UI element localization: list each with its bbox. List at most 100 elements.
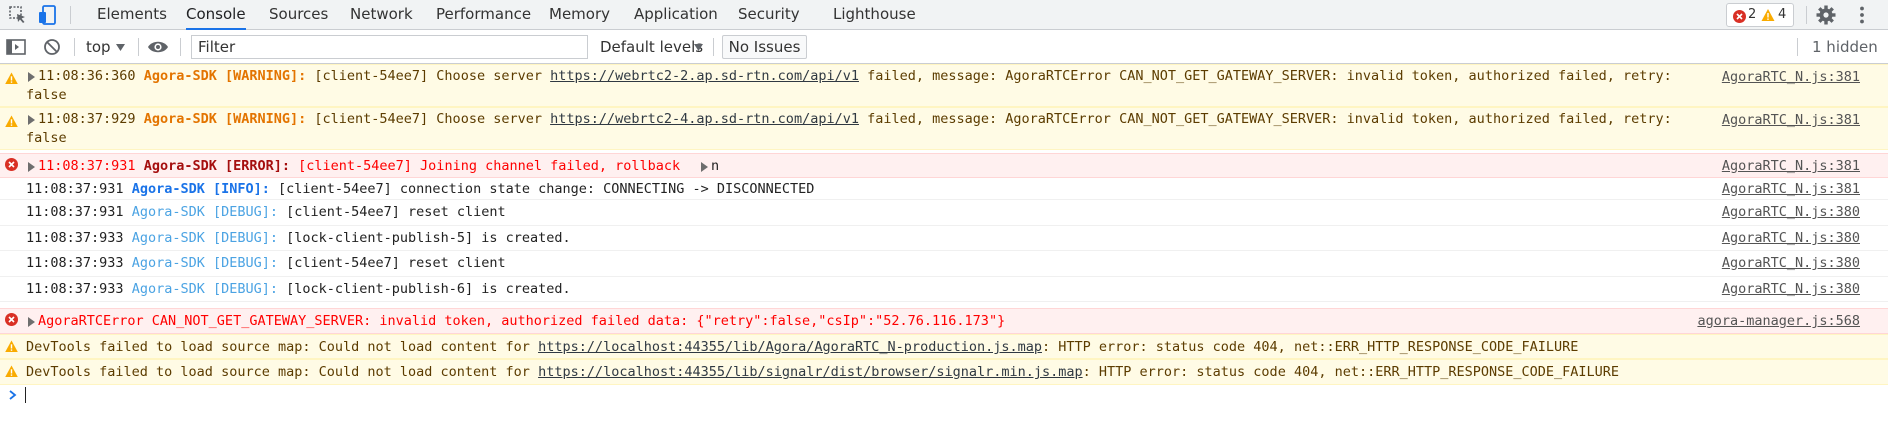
devtools-tab-bar: Elements Console Sources Network Perform… — [0, 0, 1888, 30]
tab-memory[interactable]: Memory — [549, 0, 610, 29]
console-input[interactable] — [25, 387, 26, 403]
expand-triangle-icon[interactable] — [28, 317, 35, 327]
toolbar-divider — [1797, 38, 1798, 56]
message-body: failed, message: AgoraRTCError CAN_NOT_G… — [867, 68, 1672, 84]
log-levels-dropdown[interactable]: Default levels — [600, 30, 703, 64]
tab-console[interactable]: Console — [186, 0, 246, 30]
tab-performance[interactable]: Performance — [436, 0, 531, 29]
error-count: 2 — [1748, 7, 1757, 22]
console-prompt-icon — [9, 390, 17, 400]
message-body: [client-54ee7] Joining channel failed, r… — [298, 158, 681, 174]
issue-counts-button[interactable]: 2 4 — [1726, 3, 1794, 27]
timestamp: 11:08:37:929 — [38, 111, 136, 127]
toolbar-divider — [1806, 6, 1807, 24]
console-messages: 11:08:36:360 Agora-SDK [WARNING]: [clien… — [0, 64, 1888, 425]
inspect-element-icon[interactable] — [6, 3, 30, 27]
message-text: 11:08:37:931 Agora-SDK [INFO]: [client-5… — [26, 181, 814, 197]
hidden-messages-count: 1 hidden — [1812, 38, 1878, 56]
settings-gear-icon[interactable] — [1814, 3, 1838, 27]
tab-sources[interactable]: Sources — [269, 0, 328, 29]
expand-triangle-icon[interactable] — [28, 115, 35, 125]
source-link[interactable]: AgoraRTC_N.js:380 — [1722, 204, 1860, 220]
tab-network[interactable]: Network — [350, 0, 413, 29]
toolbar-divider — [138, 38, 139, 56]
log-tag: Agora-SDK [WARNING]: — [143, 111, 307, 127]
toolbar-divider — [70, 6, 71, 24]
message-text-wrap: false — [26, 87, 67, 103]
object-preview[interactable]: n — [711, 158, 719, 174]
message-link[interactable]: https://localhost:44355/lib/signalr/dist… — [538, 364, 1083, 380]
console-message-warning[interactable]: DevTools failed to load source map: Coul… — [0, 334, 1888, 359]
error-icon — [5, 158, 18, 171]
console-message-warning[interactable]: DevTools failed to load source map: Coul… — [0, 359, 1888, 385]
expand-object-triangle-icon[interactable] — [701, 162, 708, 172]
source-link[interactable]: AgoraRTC_N.js:381 — [1722, 158, 1860, 174]
tab-elements[interactable]: Elements — [97, 0, 167, 29]
expand-triangle-icon[interactable] — [28, 72, 35, 82]
warning-icon — [5, 115, 18, 128]
console-message-debug[interactable]: 11:08:37:933 Agora-SDK [DEBUG]: [client-… — [0, 251, 1888, 277]
message-body: [client-54ee7] Choose server — [314, 68, 542, 84]
timestamp: 11:08:37:931 — [26, 181, 124, 197]
message-link[interactable]: https://webrtc2-4.ap.sd-rtn.com/api/v1 — [550, 111, 859, 127]
log-tag: Agora-SDK [DEBUG]: — [131, 281, 278, 297]
toolbar-divider — [713, 38, 714, 56]
device-toolbar-icon[interactable] — [37, 3, 61, 27]
message-text: 11:08:37:933 Agora-SDK [DEBUG]: [lock-cl… — [26, 281, 571, 297]
console-message-debug[interactable]: 11:08:37:933 Agora-SDK [DEBUG]: [lock-cl… — [0, 226, 1888, 251]
context-selector[interactable]: top — [86, 30, 111, 64]
timestamp: 11:08:37:931 — [26, 204, 124, 220]
issues-button[interactable]: No Issues — [722, 35, 807, 59]
warning-icon — [5, 72, 18, 85]
console-message-error[interactable]: AgoraRTCError CAN_NOT_GET_GATEWAY_SERVER… — [0, 308, 1888, 334]
console-message-error[interactable]: 11:08:37:931 Agora-SDK [ERROR]: [client-… — [0, 153, 1888, 178]
clear-console-icon[interactable] — [40, 35, 64, 59]
message-text: 11:08:37:933 Agora-SDK [DEBUG]: [client-… — [26, 255, 506, 271]
source-link[interactable]: AgoraRTC_N.js:381 — [1722, 69, 1860, 85]
error-count-icon — [1733, 9, 1746, 23]
warning-icon — [5, 340, 18, 353]
toolbar-divider — [180, 38, 181, 56]
console-message-warning[interactable]: 11:08:37:929 Agora-SDK [WARNING]: [clien… — [0, 107, 1888, 150]
message-text: 11:08:37:933 Agora-SDK [DEBUG]: [lock-cl… — [26, 230, 571, 246]
tab-lighthouse[interactable]: Lighthouse — [833, 0, 916, 29]
sidebar-toggle-icon[interactable] — [4, 35, 28, 59]
log-tag: Agora-SDK [DEBUG]: — [131, 255, 278, 271]
console-message-debug[interactable]: 11:08:37:933 Agora-SDK [DEBUG]: [lock-cl… — [0, 277, 1888, 302]
timestamp: 11:08:37:931 — [38, 158, 136, 174]
message-body: [client-54ee7] reset client — [286, 204, 506, 220]
message-text: 11:08:36:360 Agora-SDK [WARNING]: [clien… — [38, 68, 1672, 84]
message-body: [lock-client-publish-6] is created. — [286, 281, 571, 297]
message-text-wrap: false — [26, 130, 67, 146]
source-link[interactable]: AgoraRTC_N.js:380 — [1722, 255, 1860, 271]
message-text: AgoraRTCError CAN_NOT_GET_GATEWAY_SERVER… — [38, 313, 1006, 329]
message-text: 11:08:37:931 Agora-SDK [ERROR]: [client-… — [38, 158, 680, 174]
message-body: [lock-client-publish-5] is created. — [286, 230, 571, 246]
eye-icon[interactable] — [146, 35, 170, 59]
source-link[interactable]: agora-manager.js:568 — [1697, 313, 1860, 329]
message-link[interactable]: https://localhost:44355/lib/Agora/AgoraR… — [538, 339, 1042, 355]
expand-triangle-icon[interactable] — [28, 162, 35, 172]
chevron-down-icon[interactable] — [116, 44, 125, 51]
tab-security[interactable]: Security — [738, 0, 800, 29]
message-link[interactable]: https://webrtc2-2.ap.sd-rtn.com/api/v1 — [550, 68, 859, 84]
warning-count: 4 — [1778, 7, 1787, 22]
toolbar-divider — [74, 38, 75, 56]
message-text: DevTools failed to load source map: Coul… — [26, 339, 1578, 355]
source-link[interactable]: AgoraRTC_N.js:380 — [1722, 281, 1860, 297]
message-body: : HTTP error: status code 404, net::ERR_… — [1082, 364, 1620, 380]
warning-icon — [5, 365, 18, 378]
filter-input[interactable] — [191, 35, 588, 59]
more-menu-icon[interactable] — [1850, 3, 1874, 27]
source-link[interactable]: AgoraRTC_N.js:381 — [1722, 112, 1860, 128]
source-link[interactable]: AgoraRTC_N.js:380 — [1722, 230, 1860, 246]
message-body: [client-54ee7] reset client — [286, 255, 506, 271]
log-tag: Agora-SDK [DEBUG]: — [131, 204, 278, 220]
chevron-down-icon[interactable] — [694, 44, 703, 51]
tab-application[interactable]: Application — [634, 0, 718, 29]
console-message-debug[interactable]: 11:08:37:931 Agora-SDK [DEBUG]: [client-… — [0, 200, 1888, 226]
source-link[interactable]: AgoraRTC_N.js:381 — [1722, 181, 1860, 197]
log-tag: Agora-SDK [DEBUG]: — [131, 230, 278, 246]
console-message-warning[interactable]: 11:08:36:360 Agora-SDK [WARNING]: [clien… — [0, 64, 1888, 107]
console-message-info[interactable]: 11:08:37:931 Agora-SDK [INFO]: [client-5… — [0, 178, 1888, 200]
